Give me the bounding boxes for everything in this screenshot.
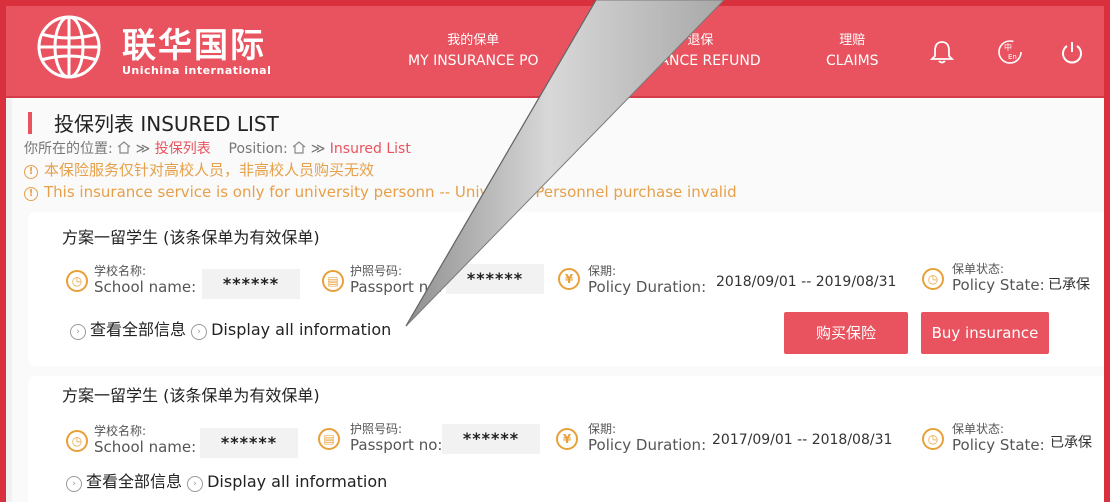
breadcrumb-prefix-en: Position:: [228, 141, 288, 157]
chevron-right-icon: ›: [191, 324, 208, 340]
yen-icon: ¥: [558, 268, 580, 290]
school-label-cn: 学校名称:: [94, 264, 147, 278]
more-label-cn: 查看全部信息: [86, 472, 183, 491]
globe-logo-icon: [37, 15, 101, 79]
chevron-right-icon: ›: [66, 476, 82, 492]
nav-my-insurance[interactable]: 我的保单 MY INSURANCE PO: [408, 32, 539, 72]
breadcrumb-prefix-cn: 你所在的位置:: [24, 141, 113, 157]
school-label: 学校名称: School name:: [94, 424, 196, 456]
school-value: ******: [202, 269, 300, 299]
heading-accent-bar: [28, 111, 32, 134]
duration-value: 2018/09/01 -- 2019/08/31: [716, 274, 897, 290]
passport-icon: ▤: [322, 270, 344, 292]
warning-icon: !: [24, 187, 38, 201]
chevron-right-icon: ›: [187, 476, 204, 492]
school-label-en: School name:: [94, 278, 197, 296]
more-label-en: Display all information: [207, 472, 388, 491]
passport-label-cn: 护照号码:: [350, 264, 403, 278]
passport-label-en: Passport no:: [350, 278, 443, 296]
duration-label-cn: 保期:: [588, 422, 617, 436]
display-all-info-link[interactable]: › 查看全部信息 › Display all information: [66, 468, 387, 492]
nav-label-en: MY INSURANCE PO: [408, 53, 539, 69]
school-value: ******: [200, 428, 298, 458]
yen-icon: ¥: [556, 428, 578, 450]
more-label-cn: 查看全部信息: [90, 320, 187, 339]
warning-cn: ! 本保险服务仅针对高校人员，非高校人员购买无效: [24, 159, 374, 180]
policy-title: 方案一留学生 (该条保单为有效保单): [62, 228, 320, 247]
nav-label-en: CLAIMS: [826, 53, 879, 69]
breadcrumb-current-en[interactable]: Insured List: [330, 141, 411, 157]
passport-value: ******: [446, 264, 544, 294]
state-label-en: Policy State:: [952, 276, 1045, 294]
breadcrumb-current-cn[interactable]: 投保列表: [155, 141, 211, 157]
clock-icon: ◷: [922, 428, 944, 450]
policy-title: 方案一留学生 (该条保单为有效保单): [62, 386, 320, 405]
chevron-right-icon: ›: [70, 324, 86, 340]
breadcrumb-separator: ≫: [135, 141, 151, 157]
buy-insurance-button-cn[interactable]: 购买保险: [784, 312, 908, 354]
breadcrumb: 你所在的位置: ≫ 投保列表 Position: ≫ Insured List: [24, 138, 411, 158]
language-icon-text: En: [1008, 53, 1017, 61]
more-label-en: Display all information: [211, 320, 392, 339]
brand-name-en: Unichina international: [122, 64, 272, 77]
duration-label-en: Policy Duration:: [588, 278, 707, 296]
passport-label-cn: 护照号码:: [350, 422, 403, 436]
state-label-en: Policy State:: [952, 436, 1045, 454]
duration-label-en: Policy Duration:: [588, 436, 707, 454]
brand-name-cn: 联华国际: [122, 26, 266, 66]
state-label: 保单状态: Policy State:: [952, 422, 1045, 454]
policy-card: 方案一留学生 (该条保单为有效保单) ◷ 学校名称: School name: …: [28, 212, 1110, 366]
nav-label-cn: 理赔: [839, 33, 866, 48]
school-label-en: School name:: [94, 438, 197, 456]
clock-icon: ◷: [66, 430, 88, 452]
state-label-cn: 保单状态:: [952, 262, 1005, 276]
passport-label-en: Passport no:: [350, 436, 443, 454]
duration-value: 2017/09/01 -- 2018/08/31: [712, 432, 893, 448]
buy-insurance-button-en[interactable]: Buy insurance: [921, 312, 1049, 354]
nav-label-cn: 我的保单: [447, 33, 500, 48]
bell-icon[interactable]: [928, 38, 956, 66]
warning-text-en: This insurance service is only for unive…: [44, 183, 737, 201]
nav-label-cn: 退保: [687, 33, 714, 48]
state-label-cn: 保单状态:: [952, 422, 1005, 436]
warning-en: ! This insurance service is only for univ…: [24, 183, 737, 201]
duration-label-cn: 保期:: [588, 264, 617, 278]
nav-insurance-refund[interactable]: 退保 URANCE REFUND: [640, 32, 761, 72]
state-value: 已承保: [1050, 435, 1092, 451]
passport-icon: ▤: [318, 428, 340, 450]
power-icon[interactable]: [1058, 38, 1086, 66]
warning-icon: !: [24, 165, 38, 179]
school-label-cn: 学校名称:: [94, 424, 147, 438]
home-icon[interactable]: [292, 141, 306, 154]
school-label: 学校名称: School name:: [94, 264, 196, 296]
state-label: 保单状态: Policy State:: [952, 262, 1045, 294]
language-icon[interactable]: 中 En: [996, 38, 1024, 66]
clock-icon: ◷: [66, 270, 88, 292]
page-heading: 投保列表 INSURED LIST: [28, 108, 279, 137]
svg-text:中: 中: [1004, 42, 1012, 52]
home-icon[interactable]: [117, 141, 131, 154]
breadcrumb-separator: ≫: [310, 141, 326, 157]
brand-logo[interactable]: 联华国际 Unichina international: [30, 14, 271, 80]
nav-label-en: URANCE REFUND: [640, 53, 761, 69]
clock-icon: ◷: [922, 268, 944, 290]
policy-card: 方案一留学生 (该条保单为有效保单) ◷ 学校名称: School name: …: [28, 376, 1110, 502]
passport-label: 护照号码: Passport no:: [350, 264, 442, 296]
warning-text-cn: 本保险服务仅针对高校人员，非高校人员购买无效: [44, 161, 375, 179]
duration-label: 保期: Policy Duration:: [588, 264, 706, 296]
display-all-info-link[interactable]: › 查看全部信息 › Display all information: [70, 316, 391, 340]
page-title: 投保列表 INSURED LIST: [54, 112, 279, 136]
passport-label: 护照号码: Passport no:: [350, 422, 442, 454]
nav-claims[interactable]: 理赔 CLAIMS: [826, 32, 879, 72]
duration-label: 保期: Policy Duration:: [588, 422, 706, 454]
top-header: 联华国际 Unichina international 我的保单 MY INSU…: [0, 0, 1110, 98]
passport-value: ******: [442, 424, 540, 454]
state-value: 已承保: [1048, 277, 1090, 293]
